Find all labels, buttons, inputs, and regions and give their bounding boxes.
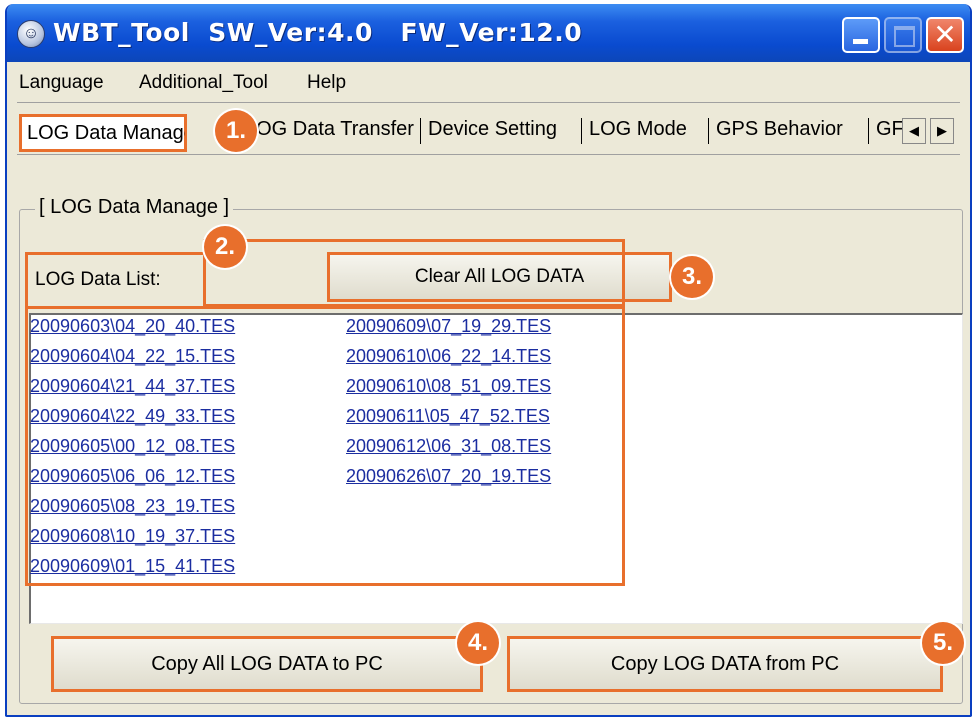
app-icon: ☺ — [17, 20, 45, 48]
menu-divider — [17, 102, 960, 103]
callout-badge-4: 4. — [457, 622, 499, 664]
tab-panel-top — [17, 154, 960, 155]
copy-all-to-pc-button[interactable]: Copy All LOG DATA to PC — [51, 636, 483, 692]
menu-bar: Language Additional_Tool Help — [7, 64, 970, 100]
menu-additional-tool[interactable]: Additional_Tool — [139, 72, 268, 94]
tab-separator — [581, 118, 582, 144]
tab-scroll: ◀ ▶ — [902, 118, 956, 146]
menu-help[interactable]: Help — [307, 72, 346, 94]
minimize-icon — [853, 39, 868, 44]
maximize-icon — [894, 26, 915, 47]
app-window: ☺ WBT_Tool SW_Ver:4.0 FW_Ver:12.0 ✕ Lang… — [5, 4, 972, 717]
highlight-list-label-left — [25, 252, 205, 307]
tab-separator — [420, 118, 421, 144]
tab-separator — [868, 118, 869, 144]
tab-strip: LOG Data Manage LOG Data Transfer Device… — [7, 108, 970, 160]
tab-log-data-transfer[interactable]: LOG Data Transfer — [245, 118, 414, 141]
tab-log-data-manage[interactable]: LOG Data Manage — [19, 114, 187, 152]
title-bar[interactable]: ☺ WBT_Tool SW_Ver:4.0 FW_Ver:12.0 ✕ — [7, 4, 970, 62]
callout-badge-3: 3. — [671, 256, 713, 298]
group-title: [ LOG Data Manage ] — [35, 196, 234, 219]
window-title: WBT_Tool SW_Ver:4.0 FW_Ver:12.0 — [53, 18, 583, 47]
tab-gf[interactable]: GF — [876, 118, 902, 141]
callout-badge-5: 5. — [922, 622, 964, 664]
tab-log-mode[interactable]: LOG Mode — [589, 118, 687, 141]
close-icon: ✕ — [933, 18, 957, 51]
callout-badge-2: 2. — [204, 226, 246, 268]
highlight-file-list — [25, 306, 625, 586]
tab-device-setting[interactable]: Device Setting — [428, 118, 557, 141]
close-button[interactable]: ✕ — [926, 17, 964, 53]
tab-separator — [708, 118, 709, 144]
callout-badge-1: 1. — [215, 110, 257, 152]
tab-scroll-right-icon[interactable]: ▶ — [930, 118, 954, 144]
tab-gps-behavior[interactable]: GPS Behavior — [716, 118, 843, 141]
maximize-button[interactable] — [884, 17, 922, 53]
minimize-button[interactable] — [842, 17, 880, 53]
tab-scroll-left-icon[interactable]: ◀ — [902, 118, 926, 144]
copy-from-pc-button[interactable]: Copy LOG DATA from PC — [507, 636, 943, 692]
menu-language[interactable]: Language — [19, 72, 104, 94]
highlight-list-label — [203, 239, 625, 307]
